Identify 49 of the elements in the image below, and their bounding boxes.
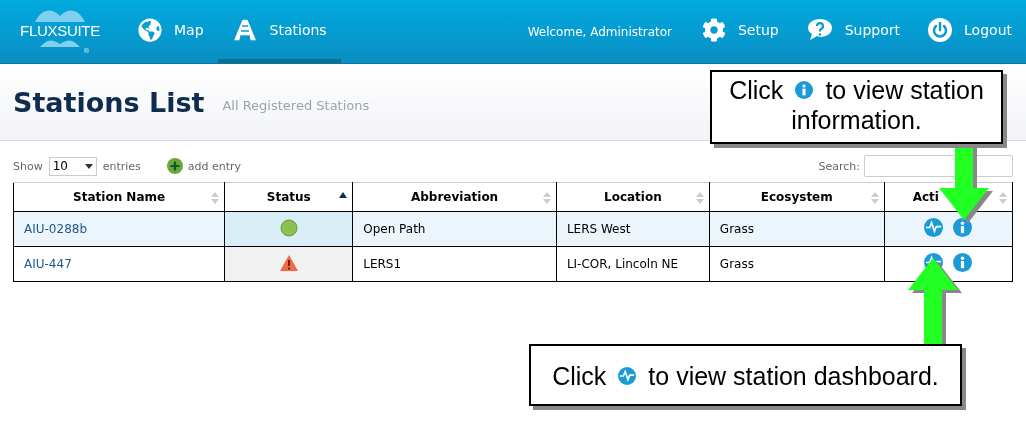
column-header[interactable]: Abbreviation — [352, 182, 557, 212]
sort-ascending-icon — [339, 191, 348, 199]
settings-icon — [701, 17, 726, 42]
caret-icon — [84, 163, 93, 169]
callout-text: to view station dashboard. — [648, 361, 939, 391]
table-cell: Grass — [709, 246, 885, 282]
add-entry-link[interactable]: add entry — [166, 158, 242, 174]
page-size-select[interactable]: 10 — [48, 156, 97, 176]
entries-label: entries — [102, 159, 141, 173]
pulse-icon — [618, 367, 637, 385]
table-cell: LERS1 — [352, 246, 557, 282]
column-header[interactable]: Acti — [884, 182, 1013, 212]
sort-icon — [870, 191, 879, 205]
callout-text: to view station — [825, 75, 984, 105]
info-icon — [953, 253, 973, 272]
column-header[interactable]: Location — [556, 182, 710, 212]
column-header[interactable]: Ecosystem — [709, 182, 885, 212]
sort-icon — [211, 191, 220, 205]
help-bubble-icon — [806, 16, 833, 43]
sort-icon — [999, 191, 1007, 205]
sort-icon — [542, 191, 551, 205]
logo-text: FLUXSUITE — [20, 22, 100, 39]
callout-text: Click — [729, 75, 784, 105]
tower-icon — [231, 16, 258, 43]
callout-text: information. — [791, 105, 922, 135]
wave-icon — [40, 39, 80, 47]
sort-icon — [695, 191, 704, 205]
station-link[interactable]: AIU-0288b — [13, 211, 225, 247]
table-cell: LI-COR, Lincoln NE — [556, 246, 710, 282]
table-cell: Open Path — [352, 211, 557, 247]
show-label: Show — [13, 159, 43, 173]
table-cell: Grass — [709, 211, 885, 247]
callout-text: Click — [552, 361, 607, 391]
info-icon — [953, 218, 973, 237]
station-link[interactable]: AIU-447 — [13, 246, 225, 282]
welcome-text: Welcome, Administrator — [527, 24, 672, 39]
status-ok-icon — [279, 218, 298, 237]
warning-icon — [278, 253, 299, 272]
column-header[interactable]: Station Name — [13, 182, 225, 212]
table-cell: LERS West — [556, 211, 710, 247]
info-icon — [795, 81, 814, 99]
plus-icon — [166, 158, 183, 174]
column-header[interactable]: Status — [224, 182, 353, 212]
pulse-icon — [924, 218, 944, 237]
page-title: Stations List — [13, 86, 205, 118]
globe-icon — [138, 17, 162, 42]
search-label: Search: — [818, 159, 860, 173]
page-subtitle: All Registered Stations — [222, 96, 370, 113]
power-icon — [928, 17, 953, 42]
